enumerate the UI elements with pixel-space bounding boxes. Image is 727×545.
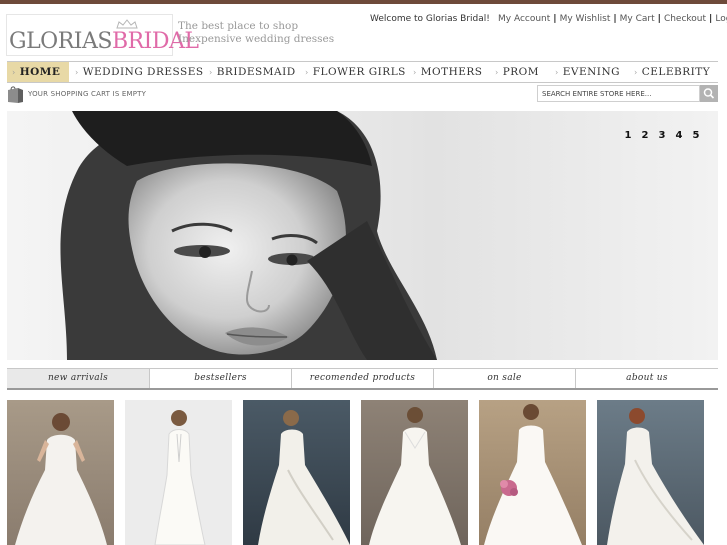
cart-status-text: YOUR SHOPPING CART IS EMPTY — [28, 90, 147, 98]
link-separator: | — [613, 14, 617, 24]
slider-page-1[interactable]: 1 — [622, 130, 634, 141]
chevron-right-icon: › — [305, 68, 309, 77]
link-separator: | — [657, 14, 661, 24]
my-account-link[interactable]: My Account — [498, 14, 550, 24]
tab-bestsellers[interactable]: bestsellers — [149, 369, 291, 388]
product-thumbnail[interactable] — [125, 400, 232, 545]
my-cart-link[interactable]: My Cart — [620, 14, 655, 24]
log-in-link[interactable]: Log In — [715, 14, 727, 24]
shopping-bag-icon[interactable] — [7, 85, 24, 104]
slider-page-4[interactable]: 4 — [673, 130, 685, 141]
slider-page-2[interactable]: 2 — [639, 130, 651, 141]
nav-item-home[interactable]: › HOME — [7, 62, 69, 82]
wedding-dress-image — [607, 408, 704, 545]
slider-page-3[interactable]: 3 — [656, 130, 668, 141]
slider-pager: 12345 — [617, 123, 702, 142]
search-icon — [703, 88, 715, 99]
account-links: My Account | My Wishlist | My Cart | Checkout |… — [498, 14, 727, 24]
nav-item-flower-girls[interactable]: › FLOWER GIRLS — [305, 62, 406, 82]
product-thumbnail[interactable] — [243, 400, 350, 545]
tagline-line-2: Inexpensive wedding dresses — [178, 33, 335, 45]
nav-item-evening[interactable]: › EVENING — [555, 62, 620, 82]
tab-on-sale[interactable]: on sale — [433, 369, 575, 388]
checkout-link[interactable]: Checkout — [664, 14, 706, 24]
crown-icon — [116, 19, 138, 29]
search-input[interactable]: SEARCH ENTIRE STORE HERE... — [537, 85, 700, 102]
top-border — [0, 0, 727, 4]
chevron-right-icon: › — [495, 68, 499, 77]
chevron-right-icon: › — [12, 68, 16, 77]
model-portrait-image — [60, 111, 437, 360]
product-grid — [7, 400, 727, 545]
wedding-dress-image — [15, 413, 107, 545]
product-thumbnail[interactable] — [361, 400, 468, 545]
wedding-dress-image — [369, 407, 461, 545]
chevron-right-icon: › — [413, 68, 417, 77]
brand-left: GLORIAS — [9, 29, 112, 54]
main-navigation: › HOME › WEDDING DRESSES › BRIDESMAID › FLOW… — [7, 61, 718, 83]
chevron-right-icon: › — [209, 68, 213, 77]
tagline-line-1: The best place to shop — [178, 20, 299, 32]
chevron-right-icon: › — [634, 68, 638, 77]
nav-item-wedding-dresses[interactable]: › WEDDING DRESSES — [75, 62, 204, 82]
welcome-message: Welcome to Glorias Bridal! — [370, 14, 490, 24]
tab-new-arrivals[interactable]: new arrivals — [7, 369, 149, 388]
link-separator: | — [709, 14, 713, 24]
tagline: The best place to shop Inexpensive weddi… — [178, 20, 334, 46]
wedding-dress-image — [258, 410, 350, 545]
chevron-right-icon: › — [75, 68, 79, 77]
nav-item-prom[interactable]: › PROM — [495, 62, 539, 82]
product-thumbnail[interactable] — [7, 400, 114, 545]
link-separator: | — [553, 14, 557, 24]
nav-item-bridesmaid[interactable]: › BRIDESMAID — [209, 62, 296, 82]
wedding-dress-image — [154, 410, 206, 545]
product-tabs: new arrivals bestsellers recomended prod… — [7, 368, 718, 390]
wedding-dress-image — [484, 404, 582, 545]
brand-name: GLORIASBRIDAL — [9, 29, 199, 54]
slider-page-5[interactable]: 5 — [690, 130, 702, 141]
nav-item-mothers[interactable]: › MOTHERS — [413, 62, 483, 82]
chevron-right-icon: › — [555, 68, 559, 77]
logo[interactable]: GLORIASBRIDAL — [6, 14, 199, 56]
my-wishlist-link[interactable]: My Wishlist — [560, 14, 611, 24]
nav-item-celebrity[interactable]: › CELEBRITY — [634, 62, 710, 82]
product-thumbnail[interactable] — [597, 400, 704, 545]
tab-recommended-products[interactable]: recomended products — [291, 369, 433, 388]
search-button[interactable] — [700, 85, 718, 102]
hero-banner-image[interactable]: 12345 — [7, 111, 718, 360]
tab-about-us[interactable]: about us — [575, 369, 718, 388]
product-thumbnail[interactable] — [479, 400, 586, 545]
